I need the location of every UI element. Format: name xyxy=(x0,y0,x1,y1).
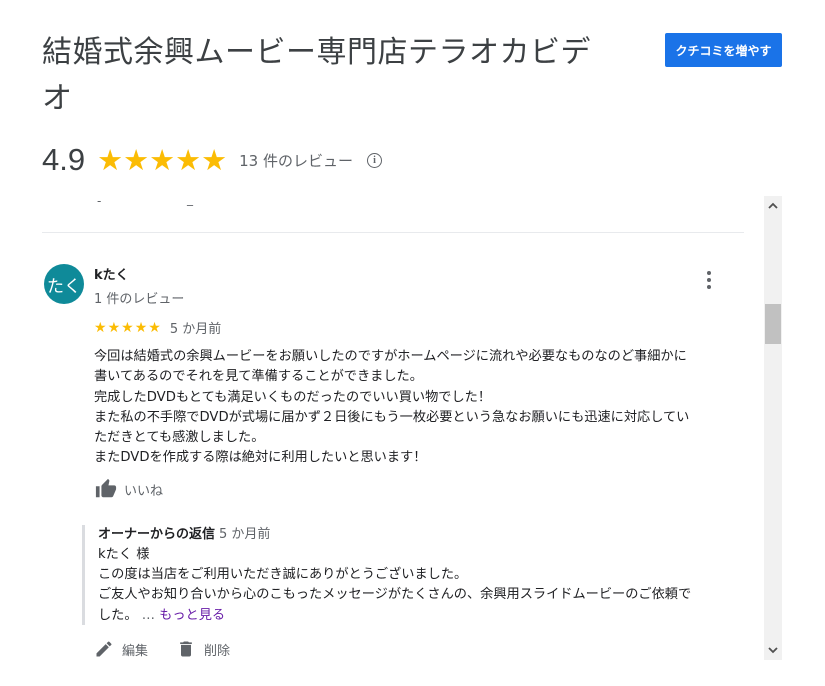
edit-label: 編集 xyxy=(122,643,149,659)
previous-review-remnant: _ xyxy=(187,192,193,206)
star-icon: ★ xyxy=(107,319,121,336)
info-icon[interactable]: i xyxy=(366,152,382,168)
review-count[interactable]: 13 件のレビュー xyxy=(239,150,353,171)
pencil-icon xyxy=(96,641,112,657)
review-text-line: 完成したDVDもとても満足いくものだったのでいい買い物でした！ xyxy=(94,389,492,405)
more-options-icon[interactable] xyxy=(702,268,716,292)
owner-reply-line: した。 xyxy=(98,607,138,623)
owner-reply-date: 5 か月前 xyxy=(219,527,271,542)
reviewer-name[interactable]: kたく xyxy=(94,264,129,283)
review-text: 今回は結婚式の余興ムービーをお願いしたのですがホームページに流れや必要なものなの… xyxy=(94,347,744,469)
review-date: 5 か月前 xyxy=(169,322,222,337)
scroll-up-arrow-icon[interactable] xyxy=(764,196,782,216)
review-text-line: また私の不手際でDVDが式場に届かず２日後にもう一枚必要という急なお願いにも迅速… xyxy=(94,409,690,425)
star-icon: ★ xyxy=(97,143,124,177)
more-link[interactable]: もっと見る xyxy=(159,608,225,623)
owner-actions: 編集 削除 xyxy=(94,639,258,659)
scroll-down-arrow-icon[interactable] xyxy=(764,640,782,660)
owner-reply-line: ご友人やお知り合いから心のこもったメッセージがたくさんの、余興用スライドムービー… xyxy=(98,587,692,603)
review-text-line: ただきとても感激しました。 xyxy=(94,430,265,446)
star-icon: ★ xyxy=(121,319,134,336)
star-icon: ★ xyxy=(123,143,150,177)
owner-reply: オーナーからの返信 5 か月前 kたく 様 この度は当店をご利用いただき誠にありが… xyxy=(82,525,742,625)
edit-button[interactable]: 編集 xyxy=(94,639,148,659)
ellipsis: … xyxy=(141,607,155,623)
star-icon: ★ xyxy=(149,143,176,177)
avatar[interactable]: たく xyxy=(44,264,84,304)
review-text-line: 今回は結婚式の余興ムービーをお願いしたのですがホームページに流れや必要なものなの… xyxy=(94,349,687,364)
review-text-line: またDVDを作成する際は絶対に利用したいと思います！ xyxy=(94,450,427,466)
delete-button[interactable]: 削除 xyxy=(176,639,230,659)
trash-icon xyxy=(180,641,192,657)
rating-summary: 4.9 ★ ★ ★ ★ ★ 13 件のレビュー i xyxy=(42,140,382,180)
thumbs-up-icon xyxy=(95,478,117,498)
star-icon: ★ xyxy=(148,319,161,336)
owner-reply-line: この度は当店をご利用いただき誠にありがとうございました。 xyxy=(98,567,468,583)
rating-stars: ★ ★ ★ ★ ★ xyxy=(97,145,227,175)
review-rating: ★ ★ ★ ★ ★ 5 か月前 xyxy=(94,318,222,338)
star-icon: ★ xyxy=(201,143,228,177)
delete-label: 削除 xyxy=(204,643,231,659)
star-icon: ★ xyxy=(134,319,148,336)
owner-reply-label: オーナーからの返信 xyxy=(98,527,216,542)
reviews-list[interactable]: - _ たく kたく 1 件のレビュー ★ ★ ★ ★ ★ 5 か月前 今回は結… xyxy=(42,192,762,660)
like-label: いいね xyxy=(124,483,164,499)
scrollbar[interactable] xyxy=(764,196,782,660)
reviewer-review-count: 1 件のレビュー xyxy=(94,292,185,307)
owner-reply-line: kたく 様 xyxy=(98,547,150,562)
star-icon: ★ xyxy=(175,143,202,177)
review-text-line: 書いてあるのでそれを見て準備することができました。 xyxy=(94,369,423,385)
star-icon: ★ xyxy=(94,319,107,336)
like-button[interactable]: いいね xyxy=(94,478,163,500)
business-title: 結婚式余興ムービー専門店テラオカビデオ xyxy=(42,35,591,116)
review-divider xyxy=(42,232,744,233)
previous-review-remnant: - xyxy=(97,194,102,208)
add-review-button[interactable]: クチコミを増やす xyxy=(665,33,782,67)
rating-value: 4.9 xyxy=(42,142,86,177)
scrollbar-thumb[interactable] xyxy=(765,304,781,344)
